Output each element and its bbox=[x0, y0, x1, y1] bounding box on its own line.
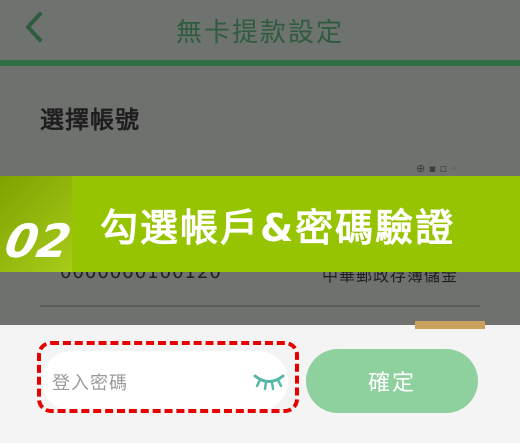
section-title: 選擇帳號 bbox=[40, 106, 140, 134]
banner-text: 勾選帳戶&密碼驗證 bbox=[100, 206, 456, 250]
header-divider bbox=[0, 60, 520, 66]
status-icons: ⊕ ▪ ▫ ◦ bbox=[416, 162, 458, 175]
row-divider bbox=[40, 305, 480, 307]
step-number: 02 bbox=[0, 214, 76, 268]
step-badge: 02 bbox=[0, 214, 96, 274]
confirm-button[interactable]: 確定 bbox=[306, 349, 478, 413]
card-edge bbox=[415, 321, 485, 329]
header: 無卡提款設定 bbox=[0, 0, 520, 60]
highlight-dashed-box bbox=[37, 341, 299, 413]
page-title: 無卡提款設定 bbox=[175, 18, 344, 48]
